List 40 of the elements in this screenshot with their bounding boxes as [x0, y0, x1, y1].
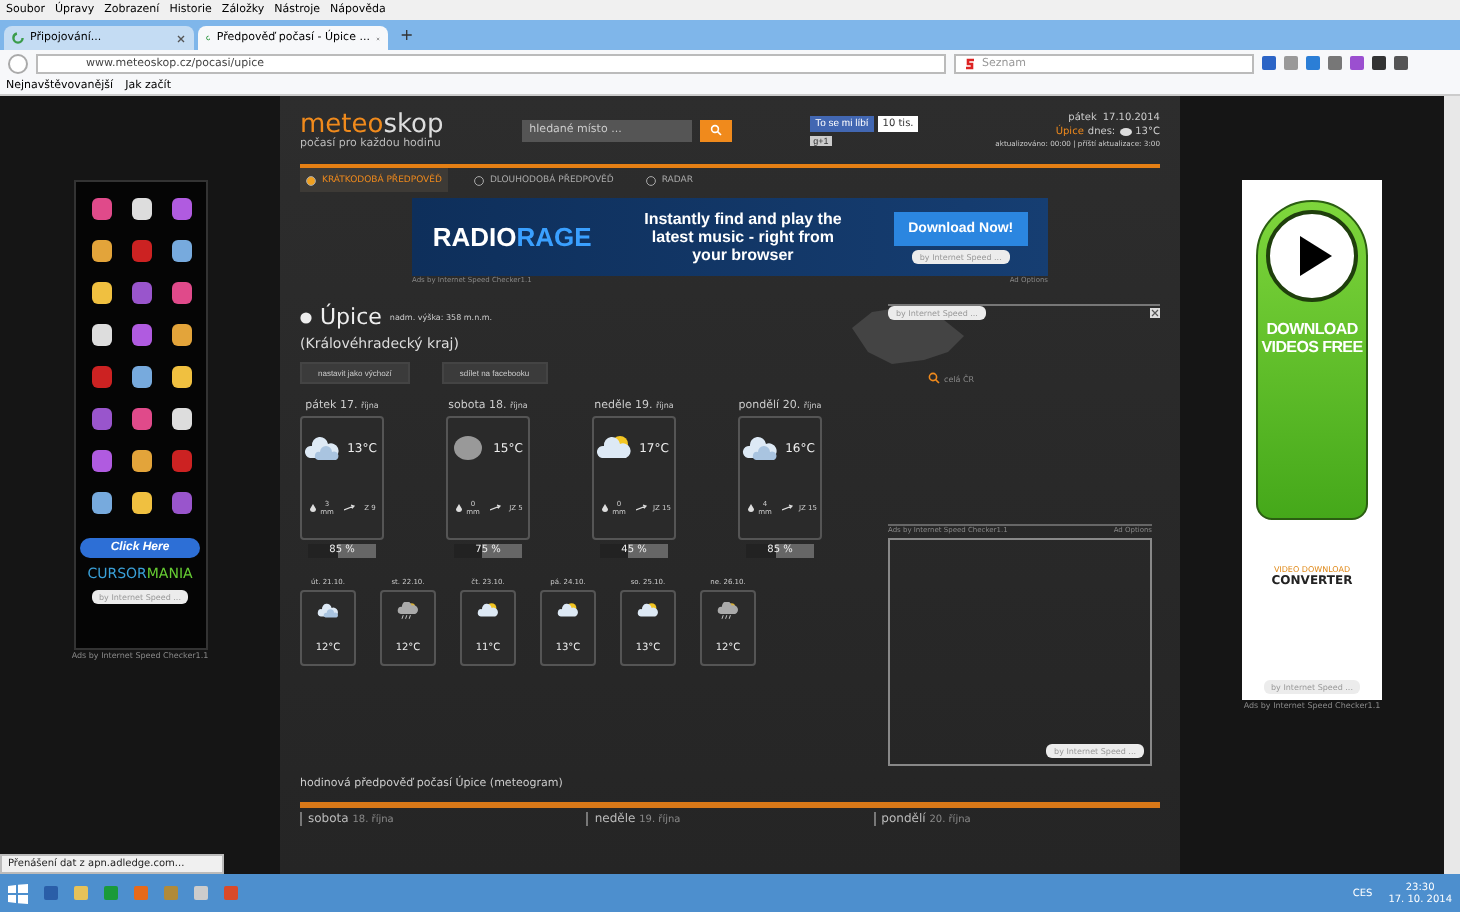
search-engine-icon [964, 57, 976, 69]
close-icon[interactable] [176, 33, 186, 43]
loading-spinner-icon [12, 32, 24, 44]
cloud-icon [1119, 128, 1132, 136]
windows-logo-icon[interactable] [8, 883, 28, 903]
raindrop-icon [747, 504, 753, 512]
raindrop-icon [601, 504, 607, 512]
sun-cloud-icon [636, 602, 660, 620]
city-name: Úpice [320, 304, 382, 330]
country-map-drawing [848, 304, 968, 368]
sun-cloud-icon [476, 602, 500, 620]
ad-text: Instantly find and play the latest music - right from your browser [642, 209, 844, 265]
rain-cloud-icon [716, 602, 740, 620]
zoom-icon [928, 372, 940, 384]
play-icon [1266, 210, 1358, 302]
rain-cloud-icon [396, 602, 420, 620]
cloud-icon [448, 434, 488, 462]
nav-item-icon [645, 175, 656, 185]
raindrop-icon [455, 504, 461, 512]
wind-arrow-icon [636, 504, 648, 512]
cloud-icon [740, 434, 780, 462]
back-button[interactable] [8, 53, 28, 73]
sun-cloud-icon [556, 602, 580, 620]
cloud-icon [302, 434, 342, 462]
wind-arrow-icon [344, 504, 356, 512]
new-tab-button[interactable]: + [392, 26, 422, 44]
search-icon [709, 124, 722, 136]
raindrop-icon [309, 504, 315, 512]
nav-item-icon [306, 175, 316, 185]
ad-logo: RADIORAGE [432, 222, 592, 252]
cloud-icon [316, 602, 340, 620]
search-button[interactable] [699, 119, 732, 141]
loading-spinner-icon [206, 32, 211, 44]
sun-cloud-icon [594, 434, 634, 462]
close-icon[interactable] [1150, 308, 1160, 318]
nav-item-icon [473, 175, 484, 185]
site-logo[interactable]: meteoskop [300, 111, 444, 137]
wind-arrow-icon [490, 504, 502, 512]
wind-arrow-icon [782, 504, 794, 512]
ad-text: DOWNLOAD VIDEOS FREE [1259, 322, 1365, 358]
